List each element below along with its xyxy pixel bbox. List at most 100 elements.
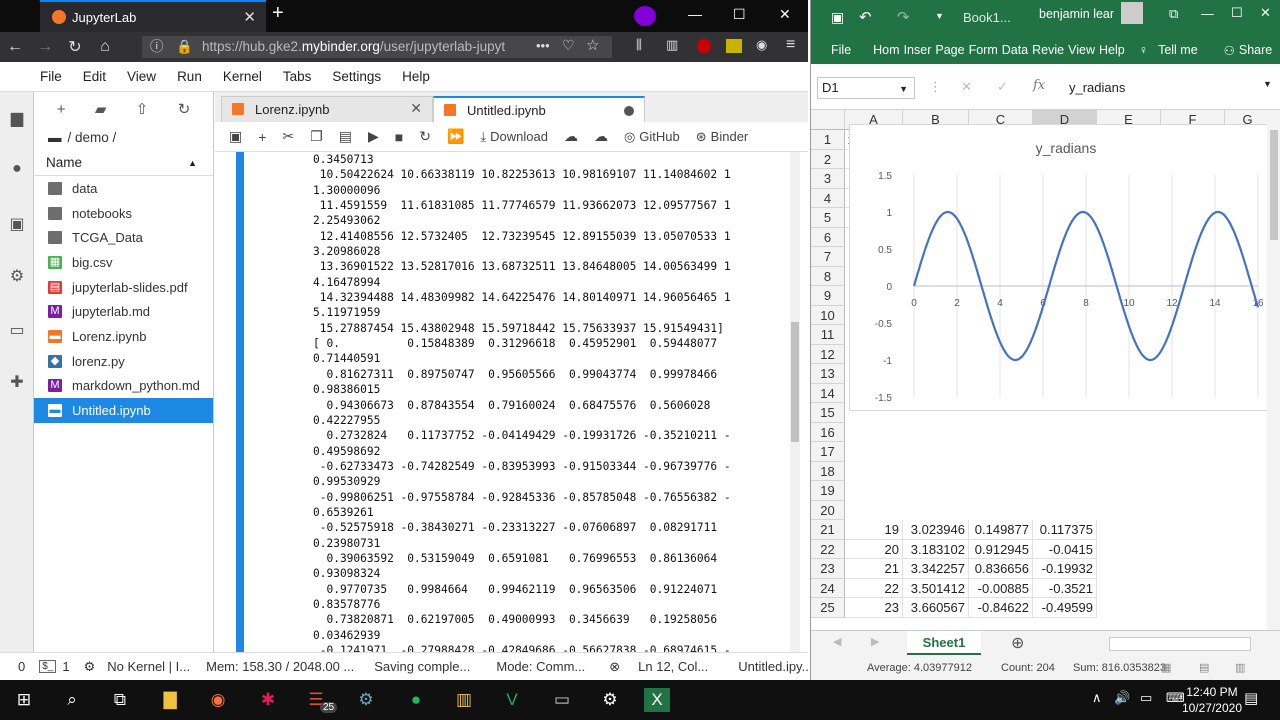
- home-icon[interactable]: ⌂: [90, 38, 120, 56]
- file-item-big-csv[interactable]: ▦ big.csv: [34, 250, 213, 275]
- cell-b-23[interactable]: 3.342257: [903, 559, 969, 579]
- page-layout-icon[interactable]: ▤: [1199, 656, 1209, 680]
- customize-qat-icon[interactable]: ▼: [935, 11, 944, 21]
- page-info-icon[interactable]: ⓘ: [150, 36, 164, 58]
- file-item-notebooks[interactable]: notebooks: [34, 201, 213, 226]
- firefox-icon[interactable]: ◉: [206, 688, 230, 712]
- formula-input[interactable]: y_radians: [1069, 80, 1125, 95]
- file-item-tcga-data[interactable]: TCGA_Data: [34, 225, 213, 250]
- binder-button[interactable]: Binder: [711, 129, 749, 144]
- expand-formula-icon[interactable]: ▼: [1263, 79, 1272, 89]
- menu-help[interactable]: Help: [402, 69, 430, 84]
- row-header[interactable]: 3: [811, 169, 845, 189]
- line-chart[interactable]: y_radians 0 2 4 6 8 10 12 14 16 1.5 1 0.5 0 -0.5 -1 -1.5: [849, 124, 1272, 411]
- reload-icon[interactable]: ↻: [60, 37, 90, 57]
- refresh-icon[interactable]: ↻: [178, 100, 191, 118]
- tab-lorenz[interactable]: Lorenz.ipynb ✕: [221, 96, 433, 122]
- row-header[interactable]: 25: [811, 598, 845, 618]
- cell-a-24[interactable]: 22: [845, 578, 903, 598]
- network-icon[interactable]: ▭: [1140, 690, 1152, 706]
- row-header[interactable]: 12: [811, 344, 845, 364]
- cell-b-25[interactable]: 3.660567: [903, 598, 969, 618]
- insert-cell-icon[interactable]: +: [258, 129, 266, 145]
- file-explorer-icon[interactable]: ▇: [158, 688, 182, 712]
- run-icon[interactable]: ▶: [368, 128, 379, 145]
- maximize-icon[interactable]: ☐: [1231, 5, 1243, 21]
- fast-forward-icon[interactable]: ⏩: [447, 128, 464, 145]
- back-icon[interactable]: ←: [0, 38, 30, 56]
- cell-d-22[interactable]: -0.0415: [1033, 539, 1097, 559]
- status-count-b[interactable]: 1: [62, 659, 69, 674]
- ribbon-display-icon[interactable]: ⧉: [1169, 6, 1178, 22]
- folder-icon[interactable]: ▆: [7, 108, 27, 127]
- paste-icon[interactable]: ▤: [339, 128, 352, 145]
- ublock-icon[interactable]: [697, 39, 711, 53]
- cloud-upload-icon[interactable]: ☁: [594, 128, 608, 145]
- cell-d-21[interactable]: 0.117375: [1033, 520, 1097, 540]
- volume-icon[interactable]: 🔊: [1114, 690, 1130, 706]
- ribbon-page[interactable]: Page: [935, 43, 964, 57]
- settings-gear-icon[interactable]: ⚙: [598, 688, 622, 712]
- file-item-lorenz-ipynb[interactable]: ▬ Lorenz.ipynb: [34, 324, 213, 349]
- prev-sheet-icon[interactable]: ◀: [833, 635, 841, 648]
- cell-a-22[interactable]: 20: [845, 539, 903, 559]
- horizontal-scrollbar[interactable]: [1109, 637, 1251, 651]
- row-header[interactable]: 19: [811, 481, 845, 501]
- ribbon-data[interactable]: Data: [1002, 43, 1028, 57]
- forward-icon[interactable]: →: [30, 38, 60, 56]
- row-header[interactable]: 24: [811, 578, 845, 598]
- bookmark-star-icon[interactable]: ☆: [586, 36, 599, 54]
- row-header[interactable]: 2: [811, 149, 845, 169]
- close-icon[interactable]: ✕: [1260, 5, 1271, 21]
- cell-output[interactable]: 0.3450713 10.50422624 10.66338119 10.822…: [215, 152, 808, 652]
- new-launcher-icon[interactable]: +: [57, 101, 66, 118]
- cell-c-22[interactable]: 0.912945: [969, 539, 1033, 559]
- menu-tabs[interactable]: Tabs: [283, 69, 312, 84]
- steam-icon[interactable]: ⚙: [354, 688, 378, 712]
- extension-manager-icon[interactable]: ✚: [7, 372, 27, 391]
- sidebar-toggle-icon[interactable]: ▥: [666, 37, 678, 53]
- add-sheet-icon[interactable]: ⊕: [1011, 633, 1024, 653]
- search-icon[interactable]: ⌕: [60, 688, 84, 712]
- select-all-corner[interactable]: [811, 110, 845, 130]
- property-inspector-icon[interactable]: ⚙: [7, 266, 27, 285]
- maximize-icon[interactable]: ☐: [733, 6, 746, 23]
- library-app-icon[interactable]: ▥: [452, 688, 476, 712]
- cell-d-23[interactable]: -0.19932: [1033, 559, 1097, 579]
- ribbon-help[interactable]: Help: [1099, 43, 1125, 57]
- commands-icon[interactable]: ▣: [7, 214, 27, 233]
- tab-untitled[interactable]: Untitled.ipynb: [433, 96, 645, 122]
- redo-icon[interactable]: ↷: [897, 8, 910, 26]
- library-icon[interactable]: ⫼: [636, 37, 642, 53]
- avatar[interactable]: [1121, 2, 1143, 24]
- name-box[interactable]: D1 ▼: [817, 77, 915, 99]
- ribbon-view[interactable]: View: [1068, 43, 1095, 57]
- file-item-untitled-ipynb[interactable]: ▬ Untitled.ipynb: [34, 398, 213, 423]
- row-header[interactable]: 13: [811, 364, 845, 384]
- new-tab-icon[interactable]: +: [272, 2, 284, 25]
- start-windows-icon[interactable]: ⊞: [12, 688, 36, 712]
- taskbar-clock[interactable]: 12:40 PM 10/27/2020: [1182, 684, 1242, 716]
- menu-view[interactable]: View: [127, 69, 156, 84]
- row-header[interactable]: 4: [811, 188, 845, 208]
- scrollbar-thumb[interactable]: [791, 322, 799, 442]
- close-tab-icon[interactable]: ✕: [243, 8, 256, 26]
- tab-space-icon[interactable]: ⊗: [609, 659, 620, 675]
- cell-a-25[interactable]: 23: [845, 598, 903, 618]
- status-count-a[interactable]: 0: [18, 659, 25, 674]
- row-header[interactable]: 16: [811, 422, 845, 442]
- unsaved-dot-icon[interactable]: [624, 106, 634, 116]
- notifications-icon[interactable]: ▤: [1244, 689, 1258, 707]
- row-header[interactable]: 21: [811, 520, 845, 540]
- row-header[interactable]: 7: [811, 247, 845, 267]
- tell-me-box[interactable]: Tell me: [1158, 43, 1198, 57]
- next-sheet-icon[interactable]: ▶: [871, 635, 879, 648]
- stop-icon[interactable]: ■: [395, 129, 403, 145]
- breadcrumb[interactable]: ▬ / demo /: [34, 126, 213, 150]
- cell-b-21[interactable]: 3.023946: [903, 520, 969, 540]
- row-header[interactable]: 14: [811, 383, 845, 403]
- close-window-icon[interactable]: ✕: [779, 6, 791, 23]
- slack-icon[interactable]: ✱: [256, 688, 280, 712]
- ribbon-file[interactable]: File: [831, 43, 851, 57]
- row-header[interactable]: 5: [811, 208, 845, 228]
